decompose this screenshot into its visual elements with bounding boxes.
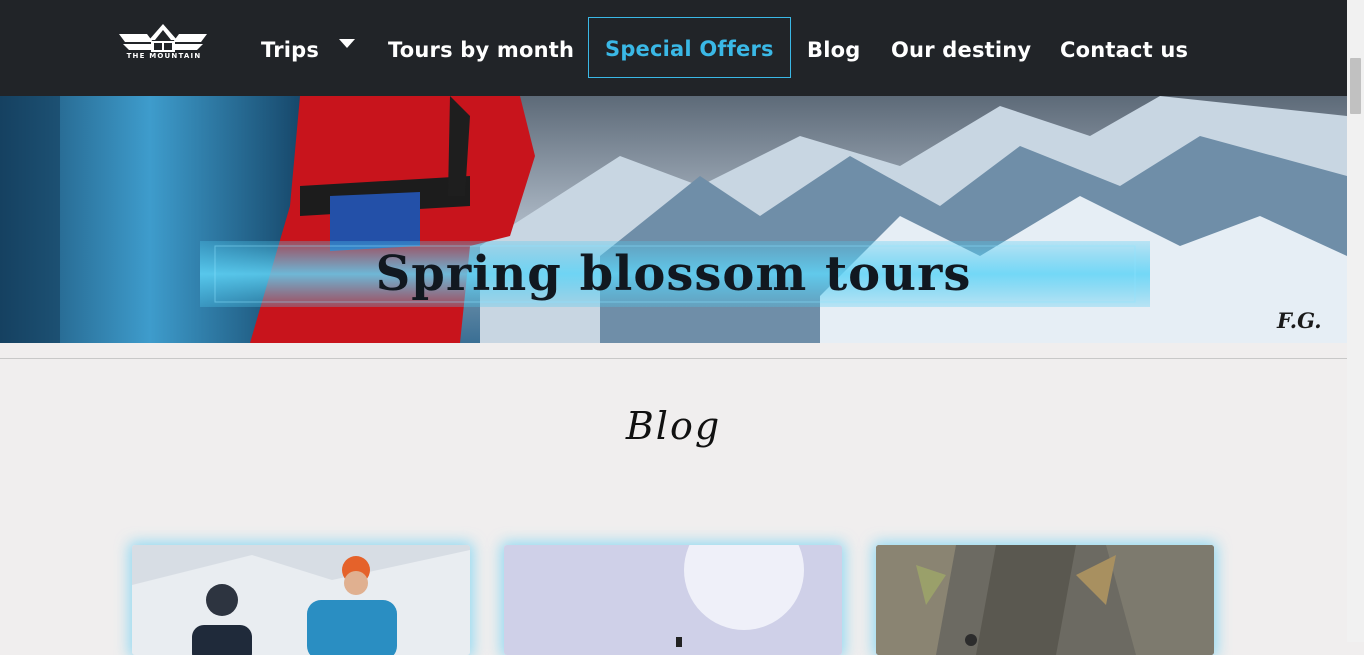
nav-contact-us[interactable]: Contact us (1060, 34, 1188, 66)
nav-blog[interactable]: Blog (807, 34, 860, 66)
blog-section-title: Blog (625, 404, 722, 448)
scrollbar-thumb[interactable] (1350, 58, 1361, 114)
nav-tours-by-month[interactable]: Tours by month (388, 34, 574, 66)
blog-card-2[interactable] (504, 545, 842, 655)
blog-card-3[interactable] (876, 545, 1214, 655)
logo-text: THE MOUNTAIN (126, 52, 202, 60)
nav-our-destiny[interactable]: Our destiny (891, 34, 1031, 66)
hero-banner: Spring blossom tours F.G. (0, 96, 1347, 343)
blog-card-1[interactable] (132, 545, 470, 655)
caret-down-icon[interactable] (339, 39, 355, 48)
nav-special-offers[interactable]: Special Offers (588, 17, 791, 78)
hero-title: Spring blossom tours (375, 246, 972, 302)
nav-trips[interactable]: Trips (261, 34, 319, 66)
artist-signature: F.G. (1277, 308, 1322, 333)
section-divider (0, 358, 1347, 359)
navbar: THE MOUNTAIN Trips Tours by month Specia… (0, 0, 1347, 96)
